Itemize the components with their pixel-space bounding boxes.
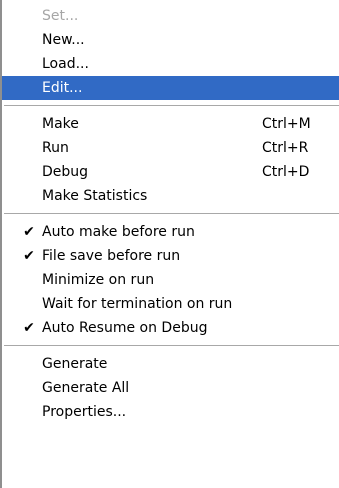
menu-item-shortcut: Ctrl+R [262, 140, 309, 156]
menu-item-label: Edit... [42, 80, 83, 96]
checkmark-icon: ✔ [23, 224, 35, 240]
menu-separator [2, 340, 339, 352]
checkmark-icon: ✔ [23, 248, 35, 264]
menu-item-label: Minimize on run [42, 272, 155, 288]
menu-item-label: Auto make before run [42, 224, 195, 240]
menu-item-label: Load... [42, 56, 89, 72]
menu-item-auto-resume-on-debug[interactable]: ✔ Auto Resume on Debug [2, 316, 339, 340]
menu-item-label: New... [42, 32, 85, 48]
menu-item-label: File save before run [42, 248, 181, 264]
context-menu: Set... New... Load... Edit... Make Ctrl+M Run C… [0, 0, 339, 488]
menu-item-edit[interactable]: Edit... [2, 76, 339, 100]
menu-item-minimize-on-run[interactable]: Minimize on run [2, 268, 339, 292]
menu-separator [2, 208, 339, 220]
menu-item-label: Properties... [42, 404, 127, 420]
menu-item-shortcut: Ctrl+D [262, 164, 310, 180]
menu-item-generate-all[interactable]: Generate All [2, 376, 339, 400]
checkmark-icon: ✔ [23, 320, 35, 336]
menu-item-auto-make-before-run[interactable]: ✔ Auto make before run [2, 220, 339, 244]
menu-item-set: Set... [2, 4, 339, 28]
menu-item-label: Wait for termination on run [42, 296, 233, 312]
menu-item-label: Make [42, 116, 79, 132]
menu-item-run[interactable]: Run Ctrl+R [2, 136, 339, 160]
menu-item-label: Debug [42, 164, 89, 180]
menu-item-label: Auto Resume on Debug [42, 320, 208, 336]
menu-item-new[interactable]: New... [2, 28, 339, 52]
menu-item-shortcut: Ctrl+M [262, 116, 311, 132]
menu-item-load[interactable]: Load... [2, 52, 339, 76]
menu-item-wait-for-termination-on-run[interactable]: Wait for termination on run [2, 292, 339, 316]
menu-item-file-save-before-run[interactable]: ✔ File save before run [2, 244, 339, 268]
menu-item-make-statistics[interactable]: Make Statistics [2, 184, 339, 208]
menu-item-label: Generate [42, 356, 108, 372]
menu-items: Set... New... Load... Edit... Make Ctrl+M Run C… [2, 0, 339, 424]
menu-item-debug[interactable]: Debug Ctrl+D [2, 160, 339, 184]
menu-item-label: Generate All [42, 380, 130, 396]
menu-item-properties[interactable]: Properties... [2, 400, 339, 424]
menu-item-make[interactable]: Make Ctrl+M [2, 112, 339, 136]
menu-item-label: Run [42, 140, 69, 156]
menu-item-label: Make Statistics [42, 188, 148, 204]
menu-item-generate[interactable]: Generate [2, 352, 339, 376]
menu-separator [2, 100, 339, 112]
menu-item-label: Set... [42, 8, 79, 24]
